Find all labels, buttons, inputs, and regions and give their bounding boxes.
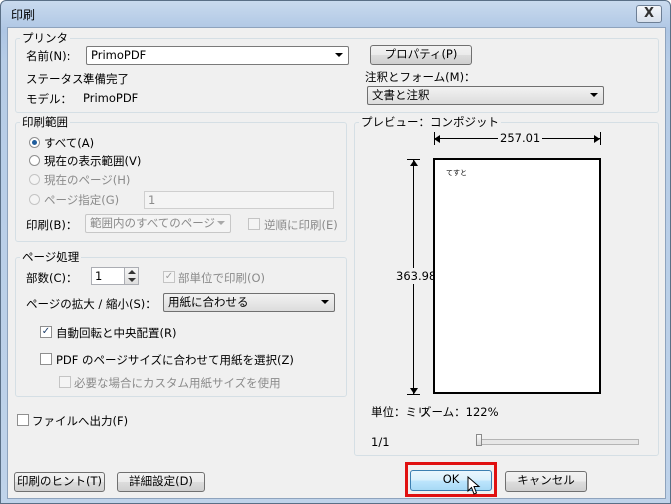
- range-all-radio[interactable]: [29, 137, 40, 148]
- printer-name-label: 名前(N):: [26, 49, 71, 63]
- mouse-pointer-icon: [467, 476, 481, 495]
- status-value: 準備完了: [83, 72, 129, 86]
- print-to-file-label[interactable]: ファイルへ出力(F): [32, 413, 128, 429]
- print-to-file-checkbox[interactable]: [17, 414, 29, 426]
- print-tips-button[interactable]: 印刷のヒント(T): [14, 472, 105, 492]
- auto-rotate-checkbox[interactable]: ✓: [40, 326, 52, 338]
- preview-label: プレビュー：コンポジット: [359, 115, 501, 129]
- comments-forms-select[interactable]: 文書と注釈: [367, 86, 604, 105]
- page-handling-label: ページ処理: [20, 250, 82, 264]
- choose-paper-checkbox[interactable]: [40, 353, 52, 365]
- range-all-label[interactable]: すべて(A): [44, 135, 94, 151]
- chevron-down-icon: [590, 93, 598, 97]
- auto-rotate-label[interactable]: 自動回転と中央配置(R): [56, 325, 176, 341]
- range-current-page-radio[interactable]: [29, 174, 40, 185]
- height-up-arrow-icon: [410, 160, 418, 166]
- comments-forms-label: 注釈とフォーム(M)：: [365, 70, 476, 84]
- advanced-button[interactable]: 詳細設定(D): [117, 472, 205, 492]
- copies-stepper[interactable]: [124, 267, 139, 285]
- comments-forms-value: 文書と注釈: [372, 88, 430, 102]
- height-tick-top: [407, 159, 420, 160]
- page-slider-track[interactable]: [477, 439, 639, 445]
- page-preview: てすと: [433, 158, 601, 394]
- print-dialog: 印刷 X プリンタ 名前(N): PrimoPDF プロパティ(P) ステータス…: [0, 0, 671, 504]
- zoom-label: ズーム：122%: [420, 405, 499, 419]
- range-current-view-label[interactable]: 現在の表示範囲(V): [44, 153, 141, 169]
- collate-checkbox[interactable]: ✓: [163, 271, 175, 283]
- range-current-view-radio[interactable]: [29, 155, 40, 166]
- reverse-pages-checkbox[interactable]: [248, 218, 260, 230]
- height-tick-bottom: [407, 394, 420, 395]
- chevron-down-icon: [321, 300, 329, 304]
- width-value: 257.01: [498, 131, 543, 145]
- stepper-up-icon[interactable]: [128, 270, 136, 274]
- model-label: モデル：: [26, 92, 72, 106]
- window-title: 印刷: [11, 8, 36, 22]
- print-subset-value: 範囲内のすべてのページ: [90, 216, 216, 230]
- width-tick-left: [434, 132, 435, 145]
- print-range-label: 印刷範囲: [20, 115, 70, 129]
- page-slider-thumb[interactable]: [476, 434, 482, 446]
- cancel-button[interactable]: キャンセル: [505, 471, 587, 492]
- range-pages-label[interactable]: ページ指定(G): [44, 192, 119, 208]
- print-subset-label: 印刷(B)：: [26, 218, 78, 232]
- width-tick-right: [600, 132, 601, 145]
- printer-group-label: プリンタ: [20, 31, 70, 45]
- close-button[interactable]: X: [636, 5, 662, 23]
- properties-button[interactable]: プロパティ(P): [370, 45, 472, 65]
- title-bar: 印刷 X: [1, 1, 670, 27]
- print-subset-select[interactable]: 範囲内のすべてのページ: [85, 214, 231, 233]
- page-preview-text: てすと: [446, 169, 467, 177]
- printer-name-select[interactable]: PrimoPDF: [86, 46, 349, 65]
- chevron-down-icon: [335, 53, 343, 57]
- ok-highlight-box: [405, 462, 497, 497]
- model-value: PrimoPDF: [83, 91, 139, 105]
- reverse-pages-label[interactable]: 逆順に印刷(E): [264, 217, 338, 233]
- scaling-label: ページの拡大 / 縮小(S)：: [26, 297, 157, 311]
- copies-input[interactable]: 1: [91, 267, 125, 285]
- custom-paper-checkbox[interactable]: [59, 376, 71, 388]
- scaling-select[interactable]: 用紙に合わせる: [163, 293, 335, 312]
- copies-label: 部数(C)：: [26, 271, 78, 285]
- scaling-value: 用紙に合わせる: [168, 295, 249, 309]
- pages-input[interactable]: 1: [144, 191, 334, 209]
- range-pages-radio[interactable]: [29, 194, 40, 205]
- collate-label[interactable]: 部単位で印刷(O): [178, 270, 265, 286]
- chevron-down-icon: [217, 221, 225, 225]
- stepper-down-icon[interactable]: [128, 278, 136, 282]
- custom-paper-label[interactable]: 必要な場合にカスタム用紙サイズを使用: [74, 375, 281, 391]
- printer-name-value: PrimoPDF: [91, 48, 147, 62]
- range-current-page-label[interactable]: 現在のページ(H): [44, 172, 130, 188]
- choose-paper-label[interactable]: PDF のページサイズに合わせて用紙を選択(Z): [56, 352, 294, 368]
- height-value: 363.98: [396, 268, 437, 284]
- page-counter: 1/1: [371, 435, 390, 449]
